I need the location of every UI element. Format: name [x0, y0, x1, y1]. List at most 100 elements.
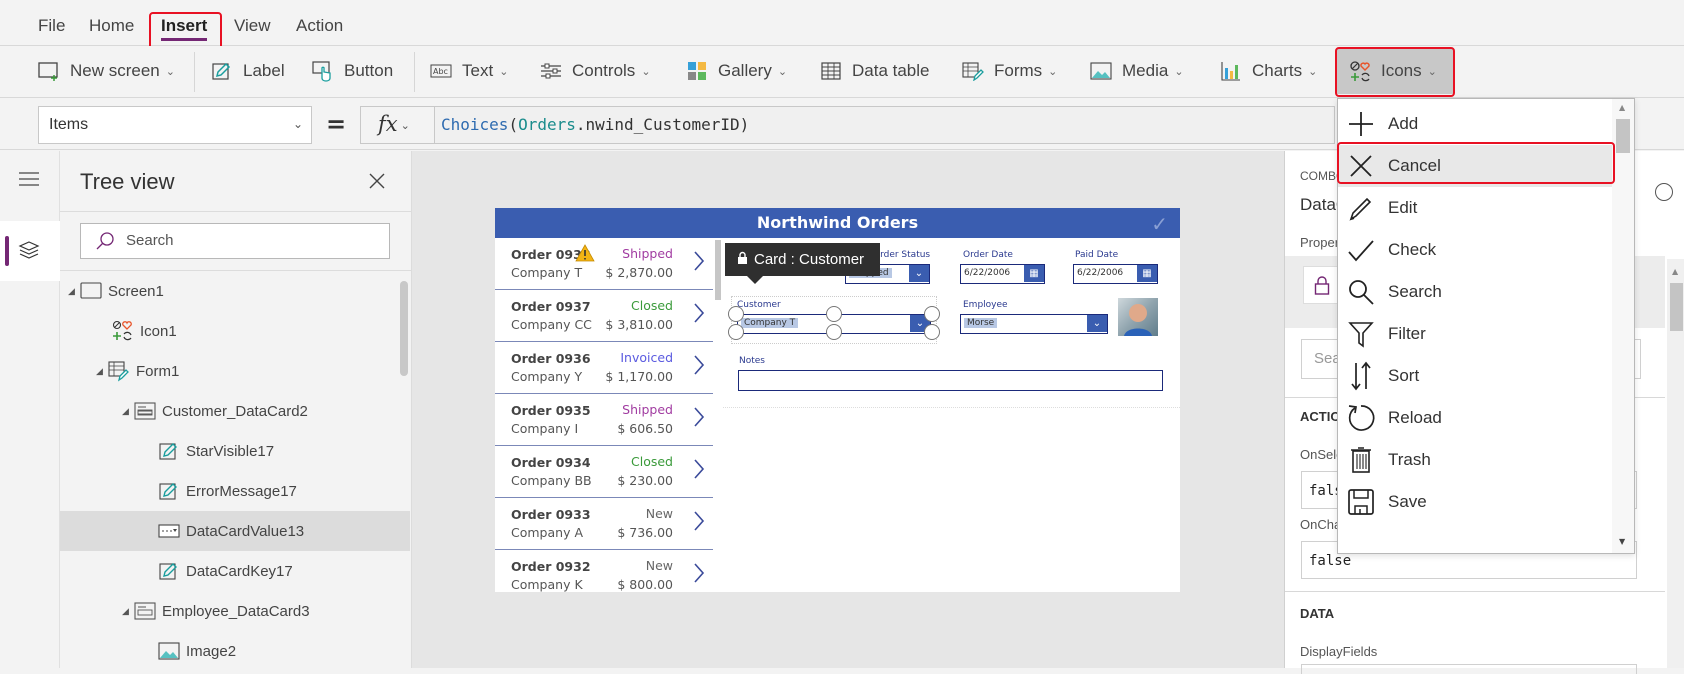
formula-input[interactable]: Choices(Orders.nwind_CustomerID): [435, 106, 1335, 144]
charts-menu-button[interactable]: Charts ⌄: [1220, 46, 1317, 96]
order-list-item[interactable]: Order 0934 Company BB Closed $ 230.00: [495, 446, 713, 498]
search-icon: [95, 231, 115, 255]
order-list-item[interactable]: Order 0933 Company A New $ 736.00: [495, 498, 713, 550]
expand-triangle-icon[interactable]: ◢: [122, 606, 134, 617]
dropdown-item-filter[interactable]: Filter: [1338, 313, 1614, 355]
order-list-item[interactable]: Order 0936 Company Y Invoiced $ 1,170.00: [495, 342, 713, 394]
chevron-right-icon[interactable]: [693, 302, 705, 330]
order-list-item[interactable]: Order 0935 Company I Shipped $ 606.50: [495, 394, 713, 446]
tree-node-errormessage17[interactable]: ErrorMessage17: [60, 471, 410, 511]
expand-triangle-icon[interactable]: ◢: [68, 286, 80, 297]
resize-handle[interactable]: [728, 324, 744, 340]
tree-node-datacardkey17[interactable]: DataCardKey17: [60, 551, 410, 591]
dropdown-item-search[interactable]: Search: [1338, 271, 1614, 313]
order-amount: $ 2,870.00: [605, 265, 673, 280]
new-screen-button[interactable]: New screen ⌄: [38, 46, 175, 96]
resize-handle[interactable]: [924, 306, 940, 322]
chevron-right-icon[interactable]: [693, 250, 705, 278]
scroll-up-icon[interactable]: ▲: [1619, 103, 1625, 112]
chevron-right-icon[interactable]: [693, 406, 705, 434]
tree-node-customer-datacard2[interactable]: ◢ Customer_DataCard2: [60, 391, 410, 431]
expand-triangle-icon[interactable]: ◢: [122, 406, 134, 417]
dropdown-item-sort[interactable]: Sort: [1338, 355, 1614, 397]
dropdown-item-edit[interactable]: Edit: [1338, 187, 1614, 229]
chevron-down-icon: ⌄: [1087, 315, 1107, 332]
chevron-right-icon[interactable]: [693, 354, 705, 382]
hamburger-menu-icon[interactable]: [18, 171, 40, 191]
tree-node-employee-datacard3[interactable]: ◢ Employee_DataCard3: [60, 591, 410, 631]
order-list-item[interactable]: Order 0932 Company K New $ 800.00: [495, 550, 713, 592]
scroll-up-icon[interactable]: ▲: [1672, 267, 1678, 276]
menu-tab-view[interactable]: View: [234, 16, 271, 36]
scroll-down-icon[interactable]: ▼: [1619, 537, 1625, 546]
employee-combobox[interactable]: Morse ⌄: [960, 314, 1108, 334]
scroll-thumb[interactable]: [1670, 283, 1683, 331]
help-icon[interactable]: [1655, 183, 1673, 201]
media-menu-button[interactable]: Media ⌄: [1090, 46, 1184, 96]
data-table-icon: [820, 60, 842, 82]
controls-menu-button[interactable]: Controls ⌄: [540, 46, 651, 96]
order-status-label: Order Status: [873, 250, 931, 260]
chevron-right-icon[interactable]: [693, 562, 705, 590]
text-menu-label: Text: [462, 61, 494, 80]
order-list-item[interactable]: Order 0937 Company CC Closed $ 3,810.00: [495, 290, 713, 342]
tree-node-icon1[interactable]: Icon1: [60, 311, 410, 351]
menu-tab-action[interactable]: Action: [296, 16, 343, 36]
expand-triangle-icon[interactable]: ◢: [96, 366, 108, 377]
notes-input[interactable]: [738, 370, 1163, 391]
dropdown-item-label: Trash: [1388, 450, 1431, 469]
label-icon: [158, 480, 180, 502]
dropdown-item-check[interactable]: Check: [1338, 229, 1614, 271]
properties-scrollbar[interactable]: ▲: [1667, 259, 1684, 668]
dropdown-item-save[interactable]: Save: [1338, 481, 1614, 523]
dropdown-scrollbar[interactable]: ▲ ▼: [1612, 99, 1634, 553]
order-date-picker[interactable]: 6/22/2006 ▦: [960, 264, 1045, 284]
dropdown-item-add[interactable]: Add: [1338, 103, 1614, 145]
order-list-item[interactable]: Order 0938 Company T Shipped $ 2,870.00: [495, 238, 713, 290]
displayfields-input[interactable]: [1301, 664, 1637, 674]
tree-node-datacardvalue13[interactable]: DataCardValue13: [60, 511, 410, 551]
menu-tab-file[interactable]: File: [38, 16, 65, 36]
label-icon: [158, 440, 180, 462]
text-menu-button[interactable]: Abc Text ⌄: [430, 46, 508, 96]
warning-icon[interactable]: [575, 244, 595, 266]
scroll-thumb[interactable]: [1616, 119, 1630, 153]
paid-date-picker[interactable]: 6/22/2006 ▦: [1073, 264, 1158, 284]
chevron-right-icon[interactable]: [693, 510, 705, 538]
submit-check-icon[interactable]: ✓: [1151, 212, 1168, 236]
customer-card[interactable]: Customer Company T ⌄: [728, 296, 940, 344]
dropdown-item-reload[interactable]: Reload: [1338, 397, 1614, 439]
resize-handle[interactable]: [826, 324, 842, 340]
tree-scrollbar[interactable]: [400, 281, 408, 376]
gallery-menu-button[interactable]: Gallery ⌄: [686, 46, 787, 96]
company-name: Company T: [511, 265, 583, 280]
tree-node-screen1[interactable]: ◢ Screen1: [60, 271, 410, 311]
resize-handle[interactable]: [826, 306, 842, 322]
order-number: Order 0932: [511, 559, 591, 574]
resize-handle[interactable]: [924, 324, 940, 340]
order-amount: $ 606.50: [617, 421, 673, 436]
property-value: Items: [49, 116, 89, 133]
property-dropdown[interactable]: Items ⌄: [38, 106, 312, 144]
dropdown-item-label: Edit: [1388, 198, 1418, 217]
forms-menu-button[interactable]: Forms ⌄: [962, 46, 1057, 96]
fx-button[interactable]: fx ⌄: [360, 106, 435, 144]
order-status: Closed: [631, 454, 673, 469]
data-table-button[interactable]: Data table: [820, 46, 930, 96]
forms-menu-label: Forms: [994, 61, 1043, 80]
menu-tab-home[interactable]: Home: [89, 16, 134, 36]
close-icon[interactable]: [368, 171, 386, 196]
resize-handle[interactable]: [728, 306, 744, 322]
tree-search-input[interactable]: Search: [80, 223, 390, 259]
left-rail: [0, 151, 60, 668]
tree-node-form1[interactable]: ◢ Form1: [60, 351, 410, 391]
label-button[interactable]: Label: [211, 46, 285, 96]
tree-node-starvisible17[interactable]: StarVisible17: [60, 431, 410, 471]
data-table-label: Data table: [852, 61, 930, 80]
dropdown-item-trash[interactable]: Trash: [1338, 439, 1614, 481]
tree-node-image2[interactable]: Image2: [60, 631, 410, 671]
gallery-scrollbar[interactable]: [715, 240, 721, 300]
button-button[interactable]: Button: [312, 46, 393, 96]
tree-view-rail-button[interactable]: [0, 221, 60, 281]
chevron-right-icon[interactable]: [693, 458, 705, 486]
